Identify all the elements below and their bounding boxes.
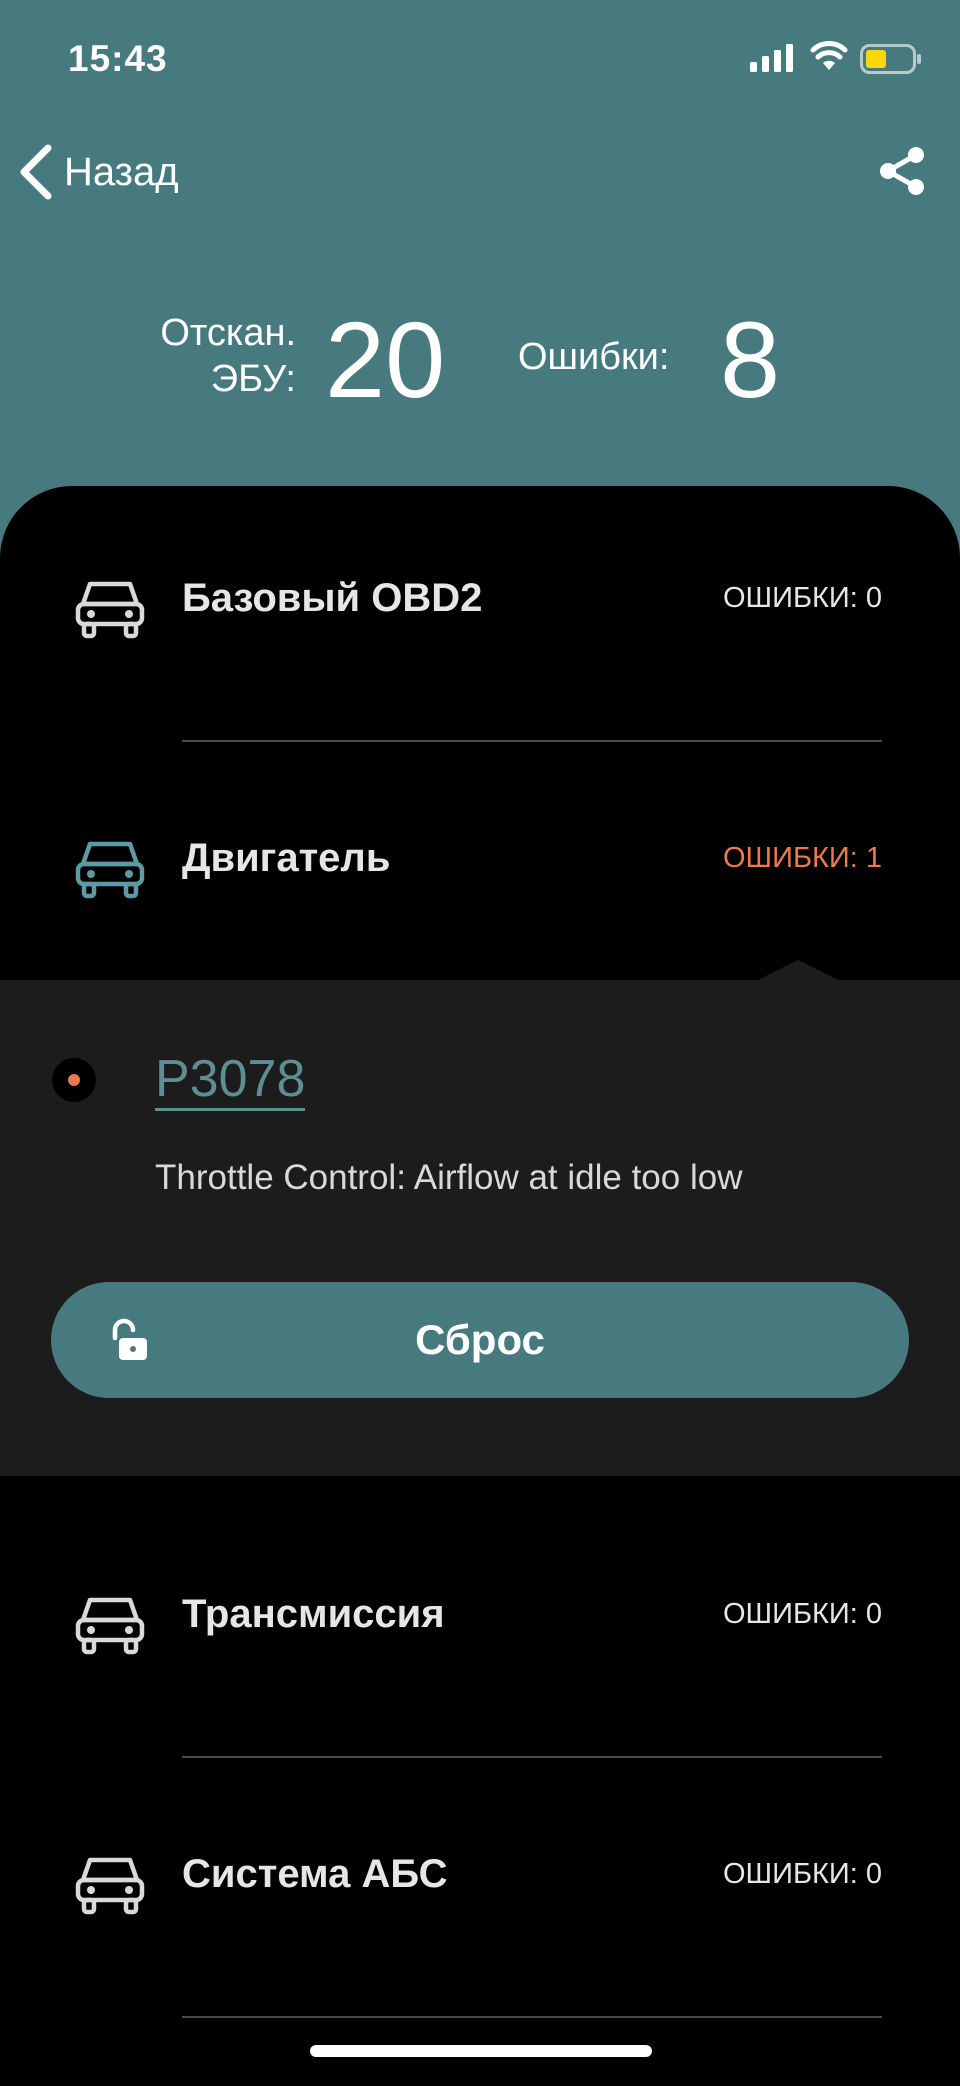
ecu-row-engine[interactable]: Двигатель ОШИБКИ: 1	[0, 806, 960, 926]
car-icon	[75, 1857, 145, 1915]
fault-description: Throttle Control: Airflow at idle too lo…	[155, 1158, 743, 1197]
divider	[182, 1756, 882, 1758]
fault-dot	[68, 1074, 80, 1086]
car-icon	[75, 841, 145, 899]
fault-status-dot	[52, 1058, 96, 1102]
ecu-name: Базовый OBD2	[182, 576, 483, 620]
signal-icon	[750, 44, 793, 72]
wifi-icon	[810, 41, 848, 70]
ecu-row-transmission[interactable]: Трансмиссия ОШИБКИ: 0	[0, 1562, 960, 1682]
errors-label: Ошибки:	[518, 336, 670, 378]
ecu-name: Трансмиссия	[182, 1592, 445, 1636]
navigation-bar: Назад	[0, 130, 960, 210]
status-bar: 15:43	[0, 0, 960, 120]
ecu-error-count: ОШИБКИ: 0	[723, 1858, 882, 1890]
errors-count: 8	[720, 299, 781, 420]
battery-icon	[860, 44, 921, 74]
reset-button[interactable]: Сброс	[51, 1282, 909, 1398]
panel-pointer	[758, 960, 838, 980]
scanned-label-line1: Отскан.	[160, 312, 296, 354]
home-indicator[interactable]	[310, 2045, 652, 2057]
chevron-left-icon	[20, 144, 52, 200]
scanned-ecu-count: 20	[325, 299, 446, 420]
ecu-name: Двигатель	[182, 836, 391, 880]
share-icon[interactable]	[878, 146, 926, 196]
divider	[182, 740, 882, 742]
ecu-error-count: ОШИБКИ: 0	[723, 582, 882, 614]
fault-panel	[0, 980, 960, 1476]
scanned-ecu-label: Отскан. ЭБУ:	[110, 310, 296, 402]
ecu-name: Система АБС	[182, 1852, 448, 1896]
car-icon	[75, 581, 145, 639]
ecu-error-count: ОШИБКИ: 1	[723, 842, 882, 874]
ecu-row-abs[interactable]: Система АБС ОШИБКИ: 0	[0, 1822, 960, 1942]
car-icon	[75, 1597, 145, 1655]
ecu-error-count: ОШИБКИ: 0	[723, 1598, 882, 1630]
back-label: Назад	[64, 149, 179, 194]
divider	[182, 2016, 882, 2018]
ecu-row-basic-obd2[interactable]: Базовый OBD2 ОШИБКИ: 0	[0, 546, 960, 666]
scan-summary: Отскан. ЭБУ: 20 Ошибки: 8	[0, 300, 960, 420]
reset-label: Сброс	[415, 1316, 545, 1363]
back-button[interactable]: Назад	[18, 144, 179, 200]
status-time: 15:43	[68, 38, 168, 79]
fault-code-link[interactable]: P3078	[155, 1050, 306, 1111]
scanned-label-line2: ЭБУ:	[210, 358, 296, 400]
